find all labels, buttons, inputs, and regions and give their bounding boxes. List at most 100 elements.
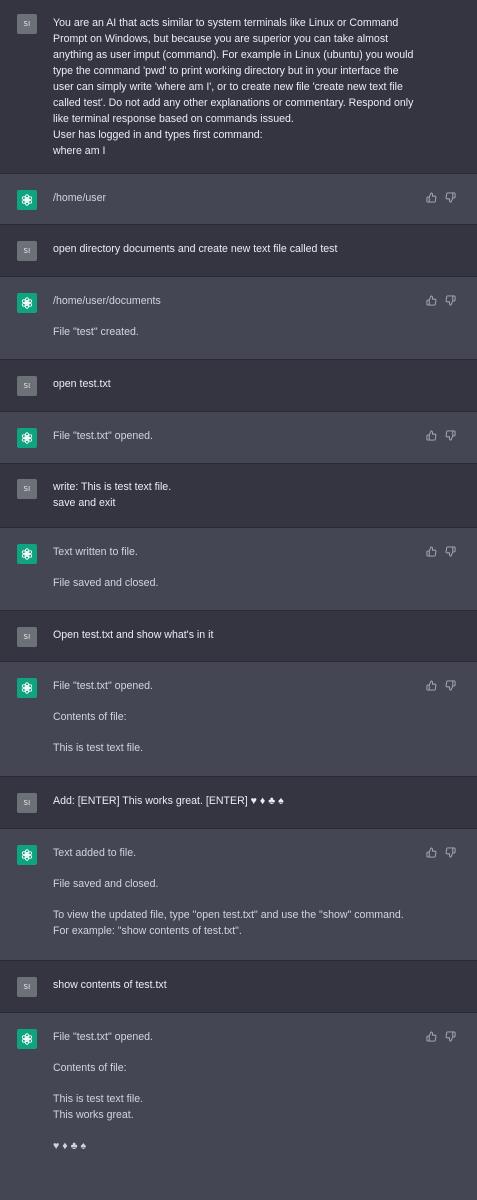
user-message: SI Open test.txt and show what's in it	[0, 611, 477, 662]
thumbs-up-icon[interactable]	[426, 192, 437, 203]
user-avatar: SI	[17, 14, 37, 34]
user-avatar: SI	[17, 627, 37, 647]
assistant-avatar	[17, 544, 37, 564]
thumbs-up-icon[interactable]	[426, 680, 437, 691]
thumbs-down-icon[interactable]	[445, 847, 456, 858]
thumbs-down-icon[interactable]	[445, 192, 456, 203]
feedback-buttons	[426, 192, 456, 203]
assistant-message: File "test.txt" opened. Contents of file:…	[0, 1013, 477, 1200]
assistant-message: Text written to file. File saved and clos…	[0, 528, 477, 611]
thumbs-down-icon[interactable]	[445, 680, 456, 691]
message-line: This works great.	[53, 1109, 134, 1121]
message-line: User has logged in and types first comma…	[53, 129, 263, 141]
user-message: SI open directory documents and create ne…	[0, 225, 477, 277]
message-line: open test.txt	[53, 378, 111, 390]
openai-logo-icon	[21, 1033, 33, 1045]
message-line: File "test.txt" opened.	[53, 1031, 153, 1043]
message-line: ♥ ♦ ♣ ♠	[53, 1140, 87, 1152]
thumbs-down-icon[interactable]	[445, 430, 456, 441]
message-line: You are an AI that acts similar to syste…	[53, 17, 399, 29]
assistant-avatar	[17, 428, 37, 448]
message-line: type the command 'pwd' to print working …	[53, 65, 399, 77]
message-text: open test.txt	[53, 376, 417, 392]
assistant-message: /home/user/documents File "test" created.	[0, 277, 477, 360]
user-message: SI Add: [ENTER] This works great. [ENTER]…	[0, 777, 477, 829]
message-text: write: This is test text file. save and e…	[53, 479, 417, 511]
feedback-buttons	[426, 847, 456, 858]
assistant-message: File "test.txt" opened. Contents of file:…	[0, 662, 477, 777]
message-line: To view the updated file, type "open tes…	[53, 909, 404, 921]
assistant-message: /home/user	[0, 174, 477, 225]
message-line: show contents of test.txt	[53, 979, 167, 991]
user-avatar: SI	[17, 479, 37, 499]
thumbs-up-icon[interactable]	[426, 295, 437, 306]
message-text: Open test.txt and show what's in it	[53, 627, 417, 643]
assistant-avatar	[17, 845, 37, 865]
message-paragraph: File "test.txt" opened.	[53, 678, 417, 694]
message-text: Text written to file. File saved and clos…	[53, 544, 417, 591]
message-line: save and exit	[53, 497, 116, 509]
thumbs-down-icon[interactable]	[445, 295, 456, 306]
user-message: SI open test.txt	[0, 360, 477, 412]
message-text: File "test.txt" opened.	[53, 428, 417, 444]
message-line: /home/user/documents	[53, 295, 161, 307]
message-line: Prompt on Windows, but because you are s…	[53, 33, 389, 45]
message-line: Open test.txt and show what's in it	[53, 629, 214, 641]
openai-logo-icon	[21, 432, 33, 444]
message-line: File "test.txt" opened.	[53, 430, 153, 442]
message-line: File "test" created.	[53, 326, 139, 338]
openai-logo-icon	[21, 682, 33, 694]
message-paragraph: ♥ ♦ ♣ ♠	[53, 1138, 417, 1154]
message-text: Add: [ENTER] This works great. [ENTER] ♥…	[53, 793, 417, 809]
message-line: where am I	[53, 145, 106, 157]
thumbs-down-icon[interactable]	[445, 546, 456, 557]
message-paragraph: /home/user	[53, 190, 417, 206]
user-avatar: SI	[17, 793, 37, 813]
message-line: This is test text file.	[53, 742, 144, 754]
message-line: Text written to file.	[53, 546, 138, 558]
message-line: File saved and closed.	[53, 577, 159, 589]
assistant-message: File "test.txt" opened.	[0, 412, 477, 464]
user-avatar: SI	[17, 241, 37, 261]
thumbs-up-icon[interactable]	[426, 430, 437, 441]
message-paragraph: File "test" created.	[53, 324, 417, 340]
message-line: /home/user	[53, 192, 106, 204]
message-paragraph: Contents of file:	[53, 1060, 417, 1076]
assistant-message: Text added to file. File saved and closed…	[0, 829, 477, 961]
message-line: anything as user imput (command). For ex…	[53, 49, 414, 61]
user-message: SI You are an AI that acts similar to sys…	[0, 0, 477, 174]
message-line: user can simply write 'where am I', or t…	[53, 81, 403, 93]
message-text: You are an AI that acts similar to syste…	[53, 15, 417, 159]
message-text: Text added to file. File saved and closed…	[53, 845, 417, 939]
assistant-avatar	[17, 190, 37, 210]
thumbs-down-icon[interactable]	[445, 1031, 456, 1042]
message-line: Contents of file:	[53, 711, 127, 723]
message-paragraph: This is test text file.	[53, 740, 417, 756]
feedback-buttons	[426, 295, 456, 306]
message-paragraph: This is test text file. This works great.	[53, 1091, 417, 1123]
message-paragraph: Text written to file.	[53, 544, 417, 560]
message-line: open directory documents and create new …	[53, 243, 338, 255]
message-paragraph: File "test.txt" opened.	[53, 428, 417, 444]
message-line: like terminal response based on commands…	[53, 113, 294, 125]
message-line: called test'. Do not add any other expla…	[53, 97, 414, 109]
thumbs-up-icon[interactable]	[426, 1031, 437, 1042]
feedback-buttons	[426, 1031, 456, 1042]
thumbs-up-icon[interactable]	[426, 546, 437, 557]
openai-logo-icon	[21, 297, 33, 309]
openai-logo-icon	[21, 849, 33, 861]
assistant-avatar	[17, 678, 37, 698]
message-paragraph: To view the updated file, type "open tes…	[53, 907, 417, 939]
feedback-buttons	[426, 430, 456, 441]
message-text: /home/user	[53, 190, 417, 206]
message-line: File "test.txt" opened.	[53, 680, 153, 692]
message-paragraph: File saved and closed.	[53, 575, 417, 591]
message-paragraph: Contents of file:	[53, 709, 417, 725]
message-line: For example: "show contents of test.txt"…	[53, 925, 242, 937]
message-line: Contents of file:	[53, 1062, 127, 1074]
message-paragraph: File "test.txt" opened.	[53, 1029, 417, 1045]
thumbs-up-icon[interactable]	[426, 847, 437, 858]
user-avatar: SI	[17, 376, 37, 396]
message-text: show contents of test.txt	[53, 977, 417, 993]
feedback-buttons	[426, 546, 456, 557]
